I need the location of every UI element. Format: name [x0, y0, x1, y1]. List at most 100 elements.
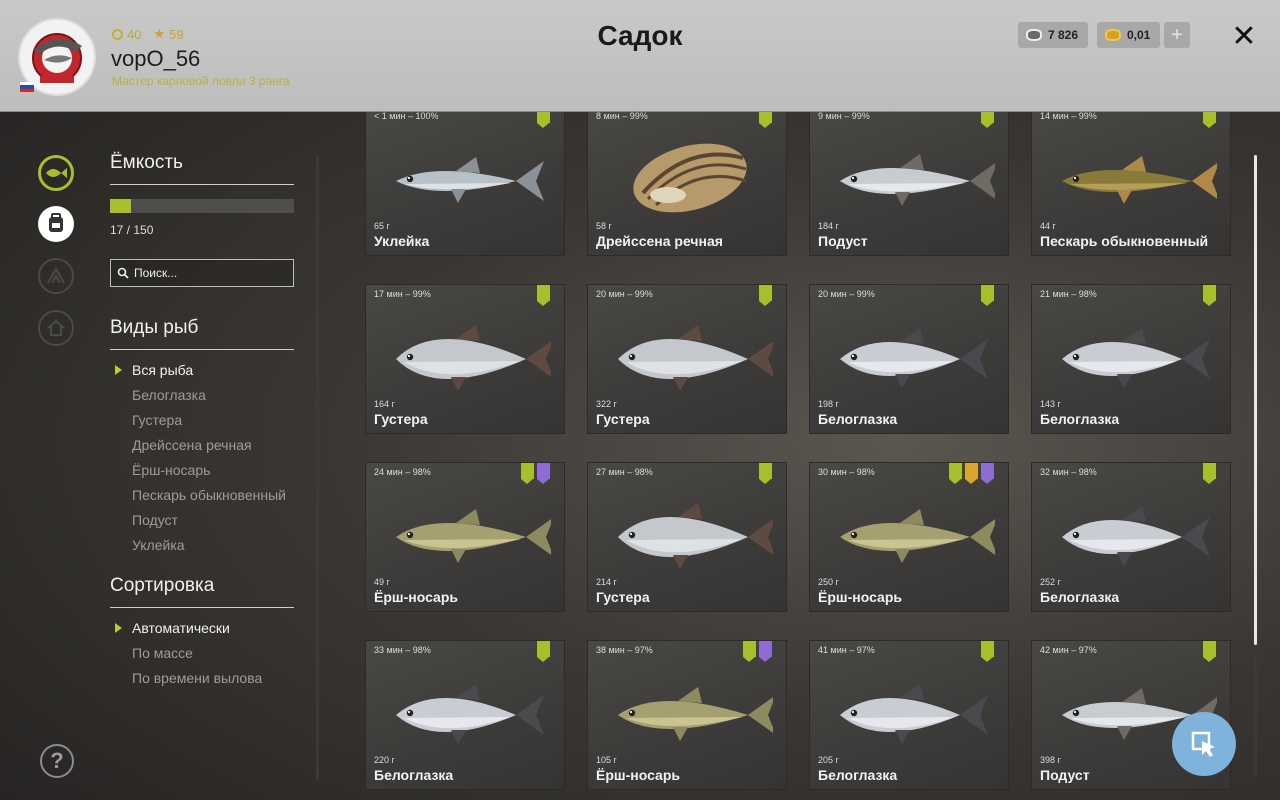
fish-card[interactable]: 9 мин – 99% 184 г Подуст — [809, 112, 1009, 256]
species-filter-item[interactable]: Пескарь обыкновенный — [110, 487, 294, 503]
catch-time-quality: 27 мин – 98% — [596, 467, 653, 477]
sort-option-item[interactable]: Автоматически — [110, 620, 294, 636]
backpack-tab[interactable] — [38, 206, 74, 242]
gudgeon-fish-image — [1062, 156, 1217, 204]
green-ribbon-badge-icon — [759, 285, 772, 306]
fish-name: Белоглазка — [1040, 589, 1120, 605]
green-ribbon-badge-icon — [981, 285, 994, 306]
ruffe-fish-image — [840, 509, 995, 563]
species-filter-item[interactable]: Подуст — [110, 512, 294, 528]
fish-card[interactable]: 33 мин – 98% 220 г Белоглазка — [365, 640, 565, 790]
fish-weight: 44 г — [1040, 221, 1056, 231]
home-icon — [47, 319, 65, 336]
fish-name: Густера — [374, 411, 428, 427]
fish-name: Белоглазка — [374, 767, 454, 783]
fish-weight: 65 г — [374, 221, 390, 231]
home-tab[interactable] — [38, 310, 74, 346]
green-ribbon-badge-icon — [981, 641, 994, 662]
badge-group — [1203, 641, 1216, 662]
top-bar: 40 ★ 59 vopO_56 Мастер карповой ловли 3 … — [0, 0, 1280, 112]
fish-card[interactable]: 27 мин – 98% 214 г Густера — [587, 462, 787, 612]
fish-card[interactable]: 20 мин – 99% 198 г Белоглазка — [809, 284, 1009, 434]
fish-weight: 214 г — [596, 577, 617, 587]
help-button[interactable]: ? — [40, 744, 74, 778]
species-filter-item[interactable]: Белоглазка — [110, 387, 294, 403]
whiteeye-fish-image — [1062, 506, 1210, 566]
fish-name: Подуст — [1040, 767, 1090, 783]
bream-fish-image — [396, 325, 551, 391]
fish-weight: 252 г — [1040, 577, 1061, 587]
select-mode-button[interactable] — [1172, 712, 1236, 776]
green-ribbon-badge-icon — [1203, 285, 1216, 306]
fish-name: Густера — [596, 411, 650, 427]
page-title: Садок — [597, 20, 683, 51]
sort-option-item[interactable]: По массе — [110, 645, 294, 661]
green-ribbon-badge-icon — [981, 112, 994, 128]
grid-scrollbar[interactable] — [1254, 155, 1257, 645]
search-input[interactable]: Поиск... — [110, 259, 294, 287]
keepnet-tab[interactable] — [38, 155, 74, 191]
fish-card[interactable]: 21 мин – 98% 143 г Белоглазка — [1031, 284, 1231, 434]
gold-value: 0,01 — [1127, 28, 1151, 42]
fish-weight: 58 г — [596, 221, 612, 231]
fish-card[interactable]: 20 мин – 99% 322 г Густера — [587, 284, 787, 434]
gold-coin-icon — [1105, 29, 1121, 41]
fish-card[interactable]: 41 мин – 97% 205 г Белоглазка — [809, 640, 1009, 790]
cursor-select-icon — [1191, 731, 1215, 757]
search-placeholder: Поиск... — [134, 266, 178, 280]
whiteeye-fish-image — [840, 684, 988, 744]
fish-card[interactable]: 17 мин – 99% 164 г Густера — [365, 284, 565, 434]
fish-name: Густера — [596, 589, 650, 605]
capacity-title: Ёмкость — [110, 152, 294, 185]
gold-ribbon-badge-icon — [965, 463, 978, 484]
fish-card[interactable]: 32 мин – 98% 252 г Белоглазка — [1031, 462, 1231, 612]
species-title: Виды рыб — [110, 317, 294, 350]
fish-name: Ёрш-носарь — [374, 589, 458, 605]
fish-name: Ёрш-носарь — [818, 589, 902, 605]
fish-card[interactable]: < 1 мин – 100% 65 г Уклейка — [365, 112, 565, 256]
species-filter-item[interactable]: Дрейссена речная — [110, 437, 294, 453]
fish-card[interactable]: 8 мин – 99% 58 г Дрейссена речная — [587, 112, 787, 256]
species-filter-item[interactable]: Ёрш-носарь — [110, 462, 294, 478]
gold-balance[interactable]: 0,01 — [1097, 22, 1160, 48]
fish-card[interactable]: 24 мин – 98% 49 г Ёрш-носарь — [365, 462, 565, 612]
add-currency-button[interactable]: + — [1164, 22, 1190, 48]
fish-name: Белоглазка — [818, 767, 898, 783]
catch-time-quality: 20 мин – 99% — [596, 289, 653, 299]
silver-value: 7 826 — [1048, 28, 1079, 42]
fish-card[interactable]: 30 мин – 98% 250 г Ёрш-носарь — [809, 462, 1009, 612]
fish-weight: 250 г — [818, 577, 839, 587]
bleak-fish-image — [396, 157, 544, 203]
catch-time-quality: 14 мин – 99% — [1040, 112, 1097, 121]
catch-time-quality: 24 мин – 98% — [374, 467, 431, 477]
fish-weight: 164 г — [374, 399, 395, 409]
capacity-text: 17 / 150 — [110, 223, 154, 237]
silver-balance[interactable]: 7 826 — [1018, 22, 1088, 48]
filter-panel: Ёмкость 17 / 150 Поиск... Виды рыб Вся р… — [110, 152, 294, 695]
fish-card[interactable]: 14 мин – 99% 44 г Пескарь обыкновенный — [1031, 112, 1231, 256]
catch-time-quality: 17 мин – 99% — [374, 289, 431, 299]
country-flag — [20, 82, 34, 92]
species-filter-item[interactable]: Вся рыба — [110, 362, 294, 378]
species-filter-item[interactable]: Уклейка — [110, 537, 294, 553]
camp-tab[interactable] — [38, 258, 74, 294]
sort-list: Автоматически По массе По времени вылова — [110, 620, 294, 686]
fish-weight: 220 г — [374, 755, 395, 765]
species-filter-item[interactable]: Густера — [110, 412, 294, 428]
green-ribbon-badge-icon — [759, 463, 772, 484]
catch-time-quality: < 1 мин – 100% — [374, 112, 439, 121]
close-button[interactable]: ✕ — [1228, 20, 1260, 53]
filter-scrollbar[interactable] — [316, 155, 319, 780]
purple-ribbon-badge-icon — [981, 463, 994, 484]
badge-group — [743, 641, 772, 662]
badge-group — [521, 463, 550, 484]
sort-option-item[interactable]: По времени вылова — [110, 670, 294, 686]
badge-group — [759, 463, 772, 484]
catch-time-quality: 30 мин – 98% — [818, 467, 875, 477]
nase-fish-image — [840, 154, 995, 206]
purple-ribbon-badge-icon — [537, 463, 550, 484]
fish-card[interactable]: 38 мин – 97% 105 г Ёрш-носарь — [587, 640, 787, 790]
catch-time-quality: 38 мин – 97% — [596, 645, 653, 655]
catch-time-quality: 8 мин – 99% — [596, 112, 648, 121]
whiteeye-fish-image — [396, 684, 544, 744]
